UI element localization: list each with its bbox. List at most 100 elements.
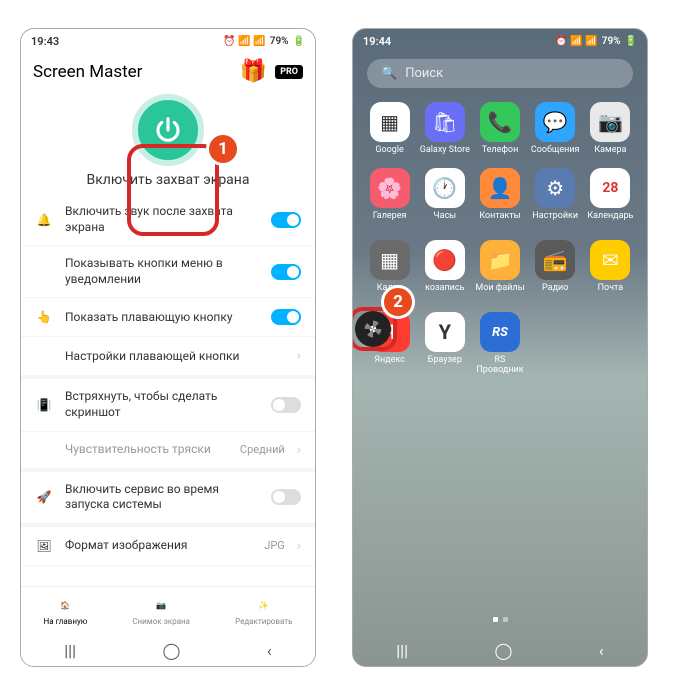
app-часы[interactable]: 🕐 Часы [418,168,471,230]
recents-button[interactable]: ||| [64,641,76,660]
annotation-callout-2: 2 [381,285,415,319]
camera-icon: 📷 [151,595,171,615]
app-календарь[interactable]: 28 Календарь [584,168,637,230]
app-label: Календарь [584,212,637,230]
app-google[interactable]: ▦ Google [363,102,416,164]
app-label: Сообщения [529,146,582,164]
toggle-float[interactable] [271,309,301,325]
gift-icon[interactable]: 🎁 [240,59,267,84]
setting-format[interactable]: 🖼 Формат изображения JPG › [21,527,315,566]
app-галерея[interactable]: 🌸Галерея [363,168,416,230]
back-button[interactable]: ‹ [599,641,604,660]
toggle-shake[interactable] [271,397,301,413]
app-label: Браузер [418,356,471,374]
system-nav: ||| ◯ ‹ [21,634,315,666]
app-мои файлы[interactable]: 📁 Мои файлы [473,240,526,302]
hand-icon: 👆 [35,308,53,326]
status-time: 19:43 [31,35,59,48]
app-камера[interactable]: 📷 Камера [584,102,637,164]
setting-float-button[interactable]: 👆 Показать плавающую кнопку [21,298,315,337]
rocket-icon: 🚀 [35,488,53,506]
app-радио[interactable]: 📻 Радио [529,240,582,302]
app-label: Мои файлы [473,284,526,302]
status-time: 19:44 [363,35,391,48]
search-placeholder: Поиск [405,66,443,81]
app-label: Радио [529,284,582,302]
phone-launcher: 19:44 ⏰ 📶 📶 79% 🔋 🔍 Поиск ▦ Google🛍Galaxy… [352,28,648,667]
system-nav: ||| ◯ ‹ [353,634,647,666]
app-label: Камера [584,146,637,164]
app-icon: ⚙ [535,168,575,208]
app-icon: 🌸 [370,168,410,208]
app-icon: 📻 [535,240,575,280]
app-label: RS Проводник [473,356,526,376]
app-label: Яндекс [363,356,416,374]
status-bar: 19:44 ⏰ 📶 📶 79% 🔋 [353,29,647,53]
app-настройки[interactable]: ⚙ Настройки [529,168,582,230]
toggle-sound[interactable] [271,212,301,228]
toggle-menu[interactable] [271,264,301,280]
app-label: Контакты [473,212,526,230]
home-button[interactable]: ◯ [494,641,512,660]
app-icon: 🛍 [425,102,465,142]
app-козапись[interactable]: 🔴 козапись [418,240,471,302]
home-button[interactable]: ◯ [162,641,180,660]
app-icon: 💬 [535,102,575,142]
status-icons: ⏰ 📶 📶 79% 🔋 [223,36,305,47]
chevron-right-icon: › [297,538,301,554]
app-icon: Y [425,312,465,352]
setting-float-options[interactable]: Настройки плавающей кнопки › [21,337,315,379]
app-galaxy store[interactable]: 🛍Galaxy Store [418,102,471,164]
pro-badge[interactable]: PRO [275,65,303,79]
annotation-highlight-1 [127,144,219,236]
setting-menu-buttons[interactable]: Показывать кнопки меню в уведомлении [21,246,315,298]
app-label: Часы [418,212,471,230]
setting-boot[interactable]: 🚀 Включить сервис во время запуска систе… [21,472,315,527]
app-icon: ▦ [370,102,410,142]
app-контакты[interactable]: 👤 Контакты [473,168,526,230]
nav-screenshot[interactable]: 📷Снимок экрана [132,595,190,626]
chevron-right-icon: › [297,442,301,458]
recents-button[interactable]: ||| [396,641,408,660]
app-icon: 👤 [480,168,520,208]
app-icon: ✉ [590,240,630,280]
page-indicator [353,617,647,622]
app-title: Screen Master [33,62,232,82]
nav-edit[interactable]: ✨Редактировать [235,595,292,626]
setting-sensitivity[interactable]: Чувствительность тряски Средний › [21,432,315,472]
app-rs проводник[interactable]: RSRS Проводник [473,312,526,376]
app-сообщения[interactable]: 💬 Сообщения [529,102,582,164]
search-bar[interactable]: 🔍 Поиск [367,59,633,88]
image-icon: 🖼 [35,537,53,555]
annotation-callout-1: 1 [206,132,240,166]
nav-home[interactable]: 🏠На главную [44,595,88,626]
app-label: козапись [418,284,471,302]
app-grid: ▦ Google🛍Galaxy Store📞 Телефон 💬 Сообщения 📷 К… [353,102,647,376]
toggle-boot[interactable] [271,489,301,505]
app-label: Настройки [529,212,582,230]
app-icon: 📷 [590,102,630,142]
app-icon: ▦ [370,240,410,280]
app-label: Google [363,146,416,164]
wand-icon: ✨ [254,595,274,615]
back-button[interactable]: ‹ [267,641,272,660]
chevron-right-icon: › [297,348,301,364]
app-icon: 🕐 [425,168,465,208]
app-label: Почта [584,284,637,302]
app-телефон[interactable]: 📞 Телефон [473,102,526,164]
setting-shake[interactable]: 📳 Встряхнуть, чтобы сделать скриншот [21,379,315,431]
app-icon: 📁 [480,240,520,280]
bottom-nav: 🏠На главную 📷Снимок экрана ✨Редактироват… [21,586,315,634]
status-bar: 19:43 ⏰ 📶 📶 79% 🔋 [21,29,315,53]
search-icon: 🔍 [381,66,397,81]
app-label: Телефон [473,146,526,164]
shake-icon: 📳 [35,396,53,414]
app-icon: 28 [590,168,630,208]
app-почта[interactable]: ✉ Почта [584,240,637,302]
status-icons: ⏰ 📶 📶 79% 🔋 [555,36,637,47]
bell-icon: 🔔 [35,211,53,229]
app-icon: 🔴 [425,240,465,280]
app-icon: 📞 [480,102,520,142]
phone-screenmaster: 19:43 ⏰ 📶 📶 79% 🔋 Screen Master 🎁 PRO 1 … [20,28,316,667]
app-браузер[interactable]: Y Браузер [418,312,471,376]
